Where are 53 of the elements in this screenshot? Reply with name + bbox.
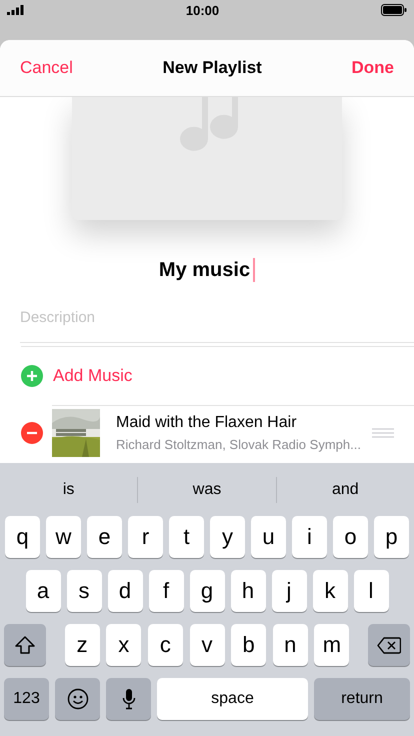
song-title: Maid with the Flaxen Hair [116,414,298,432]
key[interactable]: x [106,624,142,666]
signal-icon [7,5,24,15]
delete-icon [377,636,401,654]
key[interactable]: e [87,516,122,558]
key[interactable]: f [148,570,184,612]
key[interactable]: v [190,624,224,666]
done-button[interactable]: Done [351,58,394,78]
shift-icon [15,636,35,654]
add-music-link[interactable]: Add Music [53,366,132,386]
delete-key[interactable] [368,624,410,666]
suggestion-button[interactable]: was [138,470,276,510]
playlist-name-field[interactable]: My music [147,257,267,283]
key[interactable]: k [312,570,348,612]
key[interactable]: t [169,516,204,558]
emoji-key[interactable] [55,678,100,720]
reorder-handle-icon[interactable] [372,428,394,438]
space-key[interactable]: space [157,678,308,720]
key[interactable]: w [46,516,81,558]
description-field[interactable]: Description [20,309,414,343]
key[interactable]: n [272,624,308,666]
key[interactable]: b [231,624,266,666]
key[interactable]: o [333,516,368,558]
microphone-icon [122,688,136,710]
key[interactable]: l [354,570,388,612]
key[interactable]: h [230,570,266,612]
remove-icon[interactable] [21,422,43,444]
suggestion-button[interactable]: and [276,470,414,510]
return-key[interactable]: return [314,678,410,720]
key[interactable]: s [66,570,102,612]
key[interactable]: j [272,570,306,612]
key[interactable]: y [210,516,245,558]
key[interactable]: c [148,624,183,666]
key[interactable]: d [108,570,142,612]
status-time: 10:00 [186,2,220,18]
key[interactable]: m [314,624,350,666]
suggestion-button[interactable]: is [0,470,138,510]
key[interactable]: i [292,516,327,558]
cancel-button[interactable]: Cancel [20,58,73,78]
key[interactable]: a [26,570,60,612]
song-artist: Richard Stoltzman, Slovak Radio Symph... [116,437,362,452]
key[interactable]: r [128,516,163,558]
sheet-title: New Playlist [162,58,262,78]
battery-icon [381,4,407,16]
smiley-icon [66,688,88,710]
dictation-key[interactable] [106,678,151,720]
key[interactable]: p [374,516,409,558]
key[interactable]: q [5,516,40,558]
key[interactable]: g [190,570,224,612]
numbers-key[interactable]: 123 [4,678,49,720]
key[interactable]: z [64,624,100,666]
shift-key[interactable] [4,624,46,666]
key[interactable]: u [251,516,286,558]
